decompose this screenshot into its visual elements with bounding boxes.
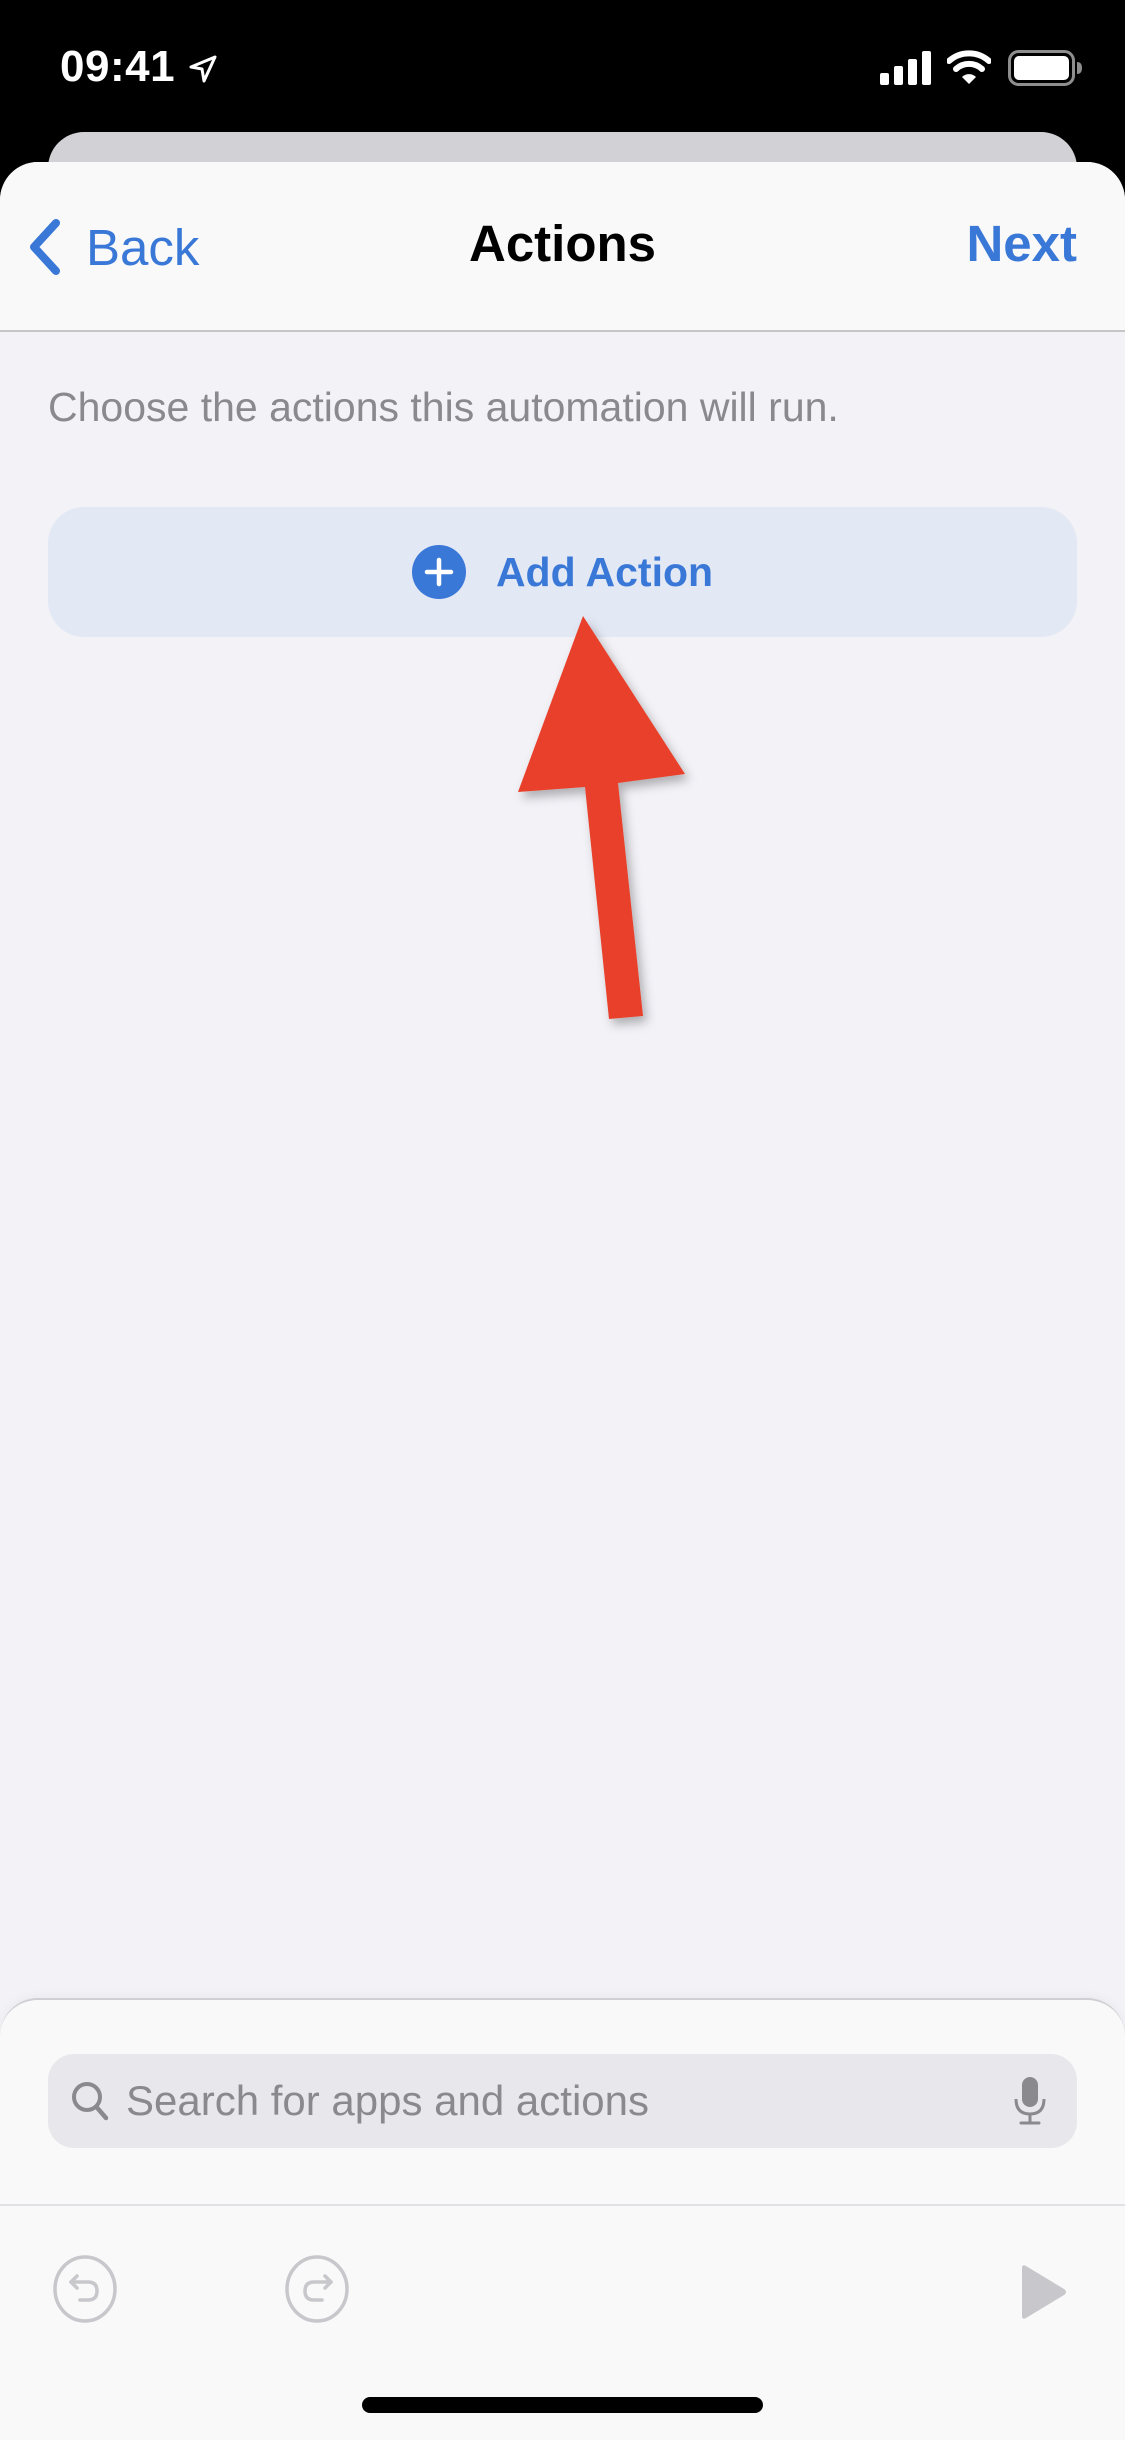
action-search-panel [0, 1998, 1125, 2440]
play-icon[interactable] [1018, 2264, 1068, 2320]
add-action-button[interactable]: Add Action [48, 507, 1077, 637]
wifi-icon [947, 50, 991, 84]
navigation-bar: Back Actions Next [0, 162, 1125, 332]
status-time: 09:41 [60, 42, 176, 91]
cellular-signal-icon [880, 51, 931, 85]
next-button[interactable]: Next [966, 214, 1077, 273]
page-title: Actions [468, 215, 657, 272]
plus-circle-icon [411, 545, 466, 599]
search-field[interactable] [48, 2054, 1077, 2148]
search-input[interactable] [126, 2077, 1013, 2125]
add-action-label: Add Action [495, 548, 714, 595]
battery-full-icon [1008, 50, 1082, 86]
redo-icon[interactable] [284, 2254, 350, 2324]
home-indicator[interactable] [362, 2397, 763, 2413]
location-arrow-icon [189, 55, 217, 83]
undo-icon[interactable] [52, 2254, 118, 2324]
microphone-icon[interactable] [1013, 2077, 1047, 2125]
search-icon [72, 2082, 109, 2121]
description-text: Choose the actions this automation will … [48, 384, 839, 430]
status-bar: 09:41 [0, 0, 1125, 132]
